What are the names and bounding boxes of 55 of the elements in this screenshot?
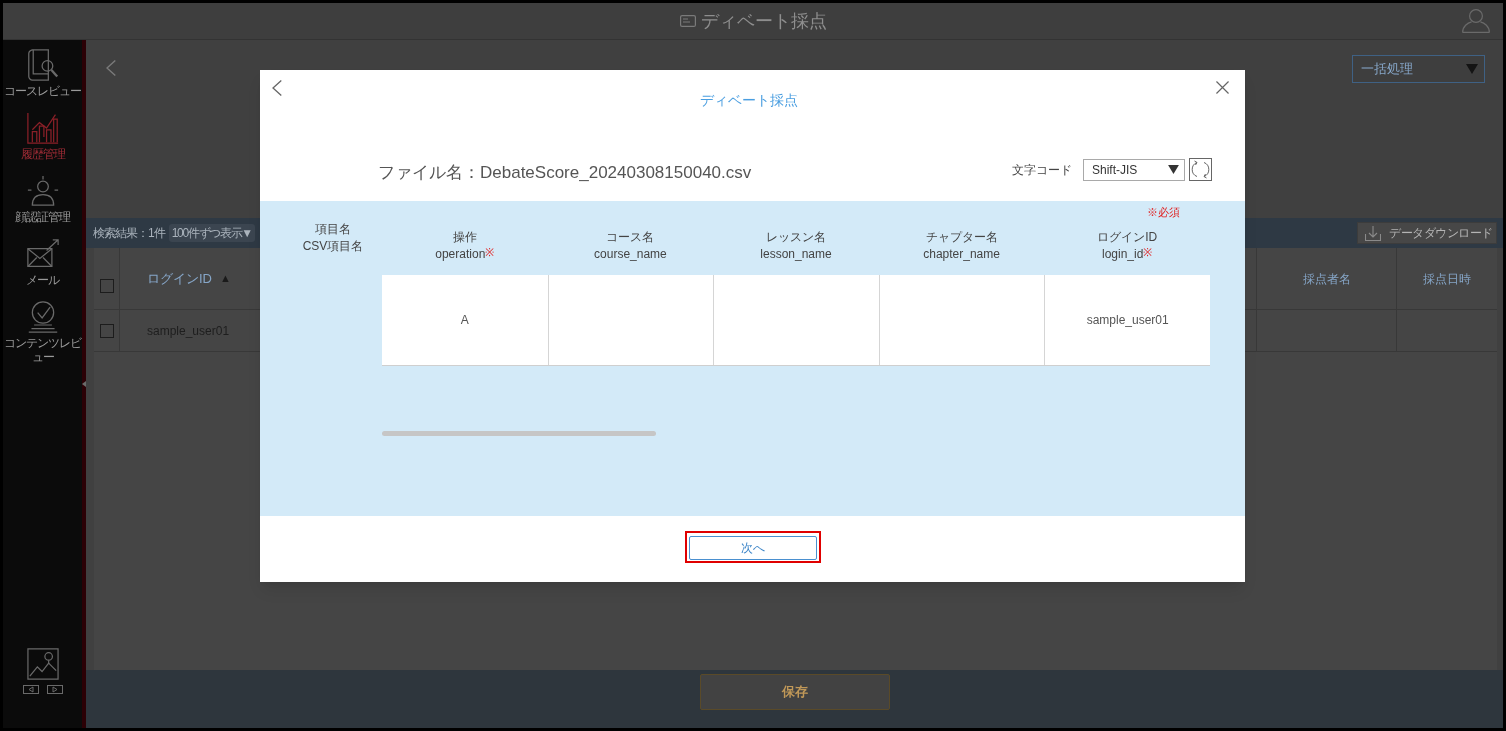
- file-name: ファイル名：DebateScore_20240308150040.csv: [378, 162, 752, 184]
- back-icon[interactable]: [106, 60, 116, 76]
- user-icon[interactable]: [1462, 9, 1490, 33]
- encoding-select[interactable]: Shift-JIS: [1083, 158, 1185, 181]
- download-icon: [1365, 225, 1381, 241]
- close-icon[interactable]: [1216, 81, 1229, 94]
- csv-field-name: login_id: [1102, 246, 1144, 263]
- row-label: CSV項目名: [302, 238, 364, 255]
- sidebar-item[interactable]: コンテンツレビュー: [3, 300, 82, 368]
- csv-field-name: lesson_name: [760, 246, 832, 263]
- next-button[interactable]: 次へ: [688, 536, 817, 560]
- sidebar-item[interactable]: コースレビュー: [3, 48, 82, 111]
- check-circle-icon: [26, 301, 59, 333]
- image-icon[interactable]: [26, 648, 59, 680]
- required-mark: ※: [485, 246, 495, 258]
- sidebar-item[interactable]: 顔認証管理: [3, 174, 82, 237]
- table-cell: sample_user01: [1044, 275, 1210, 365]
- column-header[interactable]: ログインID: [147, 268, 212, 289]
- app-title: ディベート採点: [700, 9, 827, 33]
- caret-down-icon: [1168, 165, 1179, 174]
- book-search-icon: [26, 49, 59, 81]
- encoding-label: 文字コード: [1012, 161, 1072, 179]
- row-label: 項目名: [315, 221, 351, 238]
- download-button[interactable]: データダウンロード: [1357, 222, 1497, 244]
- required-note: ※必須: [1147, 205, 1180, 220]
- sidebar-item[interactable]: メール: [3, 237, 82, 300]
- column-header[interactable]: 採点日時: [1423, 269, 1471, 288]
- bulk-action-select[interactable]: 一括処理: [1352, 55, 1485, 83]
- bar-chart-icon: [26, 112, 59, 144]
- refresh-icon[interactable]: [1189, 158, 1212, 181]
- page-size-select[interactable]: 100件ずつ表示▼: [168, 224, 255, 242]
- person-icon: [26, 175, 59, 207]
- csv-field-name: operation: [435, 246, 486, 263]
- required-mark: ※: [1143, 246, 1153, 258]
- table-cell-text: A: [459, 312, 470, 329]
- checkbox[interactable]: [99, 279, 114, 293]
- envelope-icon: [26, 238, 59, 270]
- collapse-arrow-icon[interactable]: [82, 381, 86, 387]
- sidebar-item[interactable]: 履歴管理: [3, 111, 82, 174]
- caret-down-icon: [1466, 64, 1478, 74]
- column-header: 操作: [452, 229, 477, 246]
- column-header: ログインID: [1097, 229, 1158, 246]
- card-icon: [679, 15, 696, 27]
- save-button[interactable]: 保存: [699, 674, 890, 710]
- checkbox[interactable]: [99, 323, 114, 338]
- csv-field-name: chapter_name: [923, 246, 1000, 263]
- csv-field-name: course_name: [594, 246, 667, 263]
- column-header: チャプター名: [925, 229, 998, 246]
- dialog-title: ディベート採点: [700, 91, 798, 109]
- column-header: レッスン名: [766, 229, 826, 246]
- result-count: 検索結果：1件: [93, 225, 165, 242]
- column-header: コース名: [606, 229, 655, 246]
- back-icon[interactable]: [272, 80, 282, 96]
- column-header[interactable]: 採点者名: [1302, 269, 1351, 288]
- horizontal-scrollbar[interactable]: [382, 431, 656, 436]
